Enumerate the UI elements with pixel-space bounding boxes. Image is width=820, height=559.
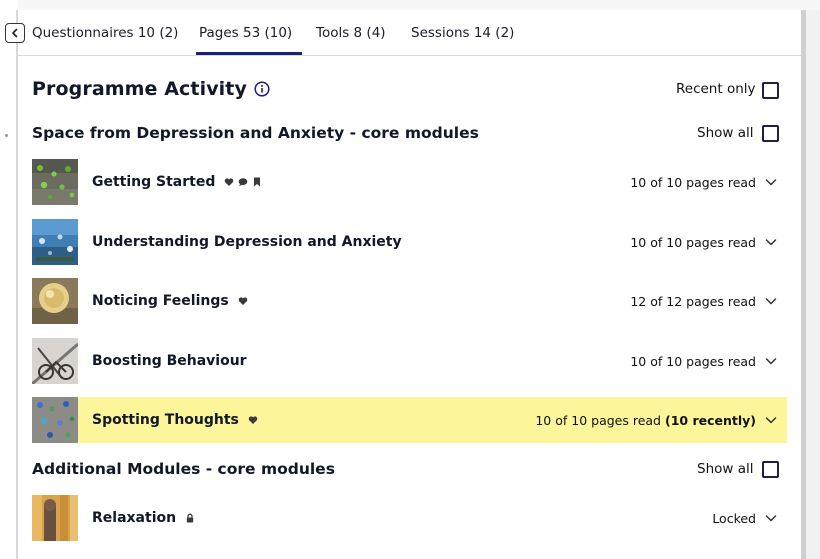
comment-icon: [239, 178, 248, 187]
module-progress: 10 of 10 pages read: [630, 174, 756, 190]
module-progress: 10 of 10 pages read: [630, 353, 756, 369]
module-row-noticing-feelings[interactable]: Noticing Feelings 12 of 12 pages read: [32, 278, 787, 324]
module-name: Boosting Behaviour: [92, 353, 247, 369]
module-row-boosting-behaviour[interactable]: Boosting Behaviour 10 of 10 pages read: [32, 338, 787, 384]
tab-tools[interactable]: Tools 8 (4): [316, 10, 411, 56]
show-all-label-additional: Show all: [697, 461, 754, 477]
module-markers: [248, 415, 258, 425]
chevron-down-icon[interactable]: [765, 355, 777, 367]
module-progress: 12 of 12 pages read: [630, 293, 756, 309]
tab-questionnaires[interactable]: Questionnaires 10 (2): [32, 10, 188, 56]
lock-icon: [186, 513, 194, 523]
recent-only-label: Recent only: [676, 81, 756, 97]
chevron-down-icon[interactable]: [765, 236, 777, 248]
module-thumbnail: [32, 338, 78, 384]
heart-icon: [238, 297, 247, 305]
module-name: Understanding Depression and Anxiety: [92, 234, 402, 250]
module-thumbnail: [32, 159, 78, 205]
show-all-label-core: Show all: [697, 125, 754, 141]
tab-pages[interactable]: Pages 53 (10): [196, 10, 302, 56]
module-markers: [238, 296, 248, 306]
chevron-down-icon[interactable]: [765, 176, 777, 188]
module-markers: [224, 177, 262, 187]
page-title: Programme Activity: [32, 78, 247, 100]
left-rail-dot: [5, 134, 8, 137]
info-icon[interactable]: [254, 81, 270, 97]
module-row-getting-started[interactable]: Getting Started 10 of 10 pages read: [32, 159, 787, 205]
scrollbar[interactable]: [801, 10, 806, 559]
collapse-panel-button[interactable]: [5, 23, 25, 43]
module-markers: [185, 513, 195, 523]
top-strip: [0, 0, 820, 10]
module-progress: 10 of 10 pages read: [630, 234, 756, 250]
tab-sessions[interactable]: Sessions 14 (2): [411, 10, 531, 56]
bookmark-icon: [254, 177, 261, 187]
show-all-checkbox-additional[interactable]: [762, 461, 779, 478]
module-name: Getting Started: [92, 174, 216, 190]
section-title-core: Space from Depression and Anxiety - core…: [32, 124, 479, 142]
module-progress: Locked: [712, 510, 756, 526]
heart-icon: [248, 416, 258, 424]
tab-bar: Questionnaires 10 (2) Pages 53 (10) Tool…: [32, 10, 531, 56]
module-row-understanding-depression-and-anxiety[interactable]: Understanding Depression and Anxiety 10 …: [32, 219, 787, 265]
module-progress: 10 of 10 pages read (10 recently): [535, 412, 756, 428]
module-thumbnail: [32, 397, 78, 443]
page-header: Programme Activity: [32, 78, 270, 100]
module-row-relaxation[interactable]: Relaxation Locked: [32, 495, 787, 541]
chevron-down-icon[interactable]: [765, 414, 777, 426]
module-thumbnail: [32, 278, 78, 324]
module-thumbnail: [32, 219, 78, 265]
tab-divider: [18, 55, 801, 56]
chevron-down-icon[interactable]: [765, 512, 777, 524]
chevron-down-icon[interactable]: [765, 295, 777, 307]
module-name: Noticing Feelings: [92, 293, 229, 309]
show-all-checkbox-core[interactable]: [762, 125, 779, 142]
left-rail: [0, 0, 18, 559]
module-name: Relaxation: [92, 510, 177, 526]
recent-only-checkbox[interactable]: [762, 82, 779, 99]
heart-icon: [225, 178, 234, 186]
module-row-spotting-thoughts[interactable]: Spotting Thoughts 10 of 10 pages read (1…: [32, 397, 787, 443]
module-name: Spotting Thoughts: [92, 412, 239, 428]
section-title-additional: Additional Modules - core modules: [32, 460, 335, 478]
module-recent-count: (10 recently): [664, 412, 756, 428]
chevron-left-icon: [12, 28, 18, 38]
module-thumbnail: [32, 495, 78, 541]
